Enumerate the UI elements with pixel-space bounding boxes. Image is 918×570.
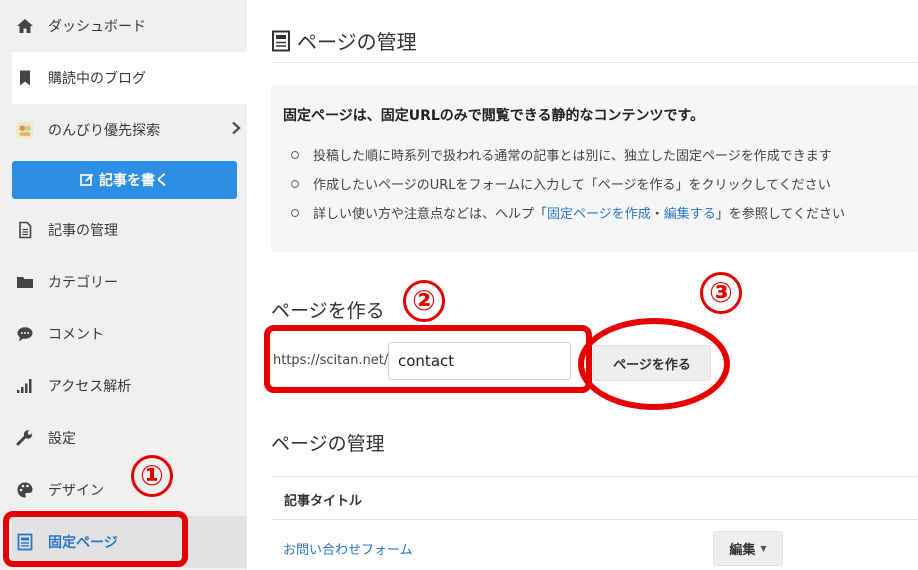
- comment-icon: [16, 325, 34, 343]
- sidebar-item-label: アクセス解析: [48, 379, 132, 395]
- write-article-button[interactable]: 記事を書く: [12, 161, 237, 199]
- create-page-heading: ページを作る: [271, 300, 385, 322]
- page-title: ページの管理: [271, 26, 417, 55]
- sidebar-item-label: のんびり優先探索: [48, 123, 160, 139]
- edit-icon: [80, 173, 94, 187]
- column-header-title: 記事タイトル: [284, 494, 363, 509]
- palette-icon: [16, 481, 34, 499]
- sidebar-item-blog[interactable]: のんびり優先探索: [12, 104, 247, 156]
- write-article-label: 記事を書く: [99, 173, 169, 189]
- sidebar-item-categories[interactable]: カテゴリー: [12, 256, 247, 308]
- help-link-create[interactable]: 固定ページを作成: [547, 207, 651, 222]
- info-box: 固定ページは、固定URLのみで閲覧できる静的なコンテンツです。 投稿した順に時系…: [271, 85, 918, 252]
- signal-icon: [16, 377, 34, 395]
- sidebar-item-label: 設定: [48, 431, 76, 447]
- home-icon: [16, 17, 34, 35]
- edit-label: 編集: [729, 543, 756, 558]
- list-item: 詳しい使い方や注意点などは、ヘルプ「固定ページを作成・編集する」を参照してくださ…: [291, 203, 845, 232]
- sidebar-item-settings[interactable]: 設定: [12, 412, 247, 464]
- help-text: 詳しい使い方や注意点などは、ヘルプ「: [313, 207, 548, 222]
- sidebar-item-design[interactable]: デザイン: [12, 464, 247, 516]
- sidebar-item-label: 購読中のブログ: [48, 71, 146, 87]
- divider: [271, 62, 918, 63]
- annotation-number-2: ②: [403, 280, 445, 322]
- folder-icon: [16, 273, 34, 291]
- sidebar-item-subscriptions[interactable]: 購読中のブログ: [12, 52, 247, 104]
- help-link-edit[interactable]: 編集する: [664, 207, 716, 222]
- document-icon: [16, 221, 34, 239]
- separator: ・: [650, 207, 664, 222]
- sidebar-item-analytics[interactable]: アクセス解析: [12, 360, 247, 412]
- list-item: 作成したいページのURLをフォームに入力して「ページを作る」をクリックしてくださ…: [291, 174, 845, 203]
- sidebar-item-articles[interactable]: 記事の管理: [12, 204, 247, 256]
- divider: [271, 519, 918, 520]
- wrench-icon: [16, 429, 34, 447]
- info-list: 投稿した順に時系列で扱われる通常の記事とは別に、独立した固定ページを作成できます…: [291, 145, 845, 232]
- page-title-text: ページの管理: [297, 30, 417, 54]
- sidebar: ダッシュボード 購読中のブログ のんびり優先探索 記事を書く 記事の管理 カテゴ…: [0, 0, 247, 570]
- annotation-box-static-pages: [3, 511, 188, 567]
- sidebar-item-dashboard[interactable]: ダッシュボード: [12, 0, 247, 52]
- manage-pages-heading: ページの管理: [271, 433, 385, 455]
- sidebar-item-label: デザイン: [48, 483, 104, 499]
- sidebar-item-label: 記事の管理: [48, 223, 118, 239]
- sidebar-item-label: カテゴリー: [48, 275, 118, 291]
- blog-avatar: [16, 121, 34, 139]
- sidebar-item-label: ダッシュボード: [48, 19, 146, 35]
- annotation-box-url: [264, 325, 592, 393]
- sidebar-item-comments[interactable]: コメント: [12, 308, 247, 360]
- annotation-number-3: ③: [700, 272, 742, 314]
- help-text: 」を参照してください: [715, 207, 846, 222]
- annotation-number-1: ①: [131, 455, 173, 497]
- bookmark-icon: [16, 69, 34, 87]
- edit-button[interactable]: 編集 ▼: [713, 531, 783, 566]
- page-title-link[interactable]: お問い合わせフォーム: [283, 539, 413, 558]
- chevron-right-icon: [231, 121, 241, 139]
- sidebar-item-label: コメント: [48, 327, 104, 343]
- annotation-circle-create: [578, 318, 730, 410]
- page-icon: [271, 30, 291, 52]
- divider: [271, 476, 918, 477]
- caret-down-icon: ▼: [760, 544, 767, 553]
- list-item: 投稿した順に時系列で扱われる通常の記事とは別に、独立した固定ページを作成できます: [291, 145, 845, 174]
- info-title: 固定ページは、固定URLのみで閲覧できる静的なコンテンツです。: [283, 108, 705, 124]
